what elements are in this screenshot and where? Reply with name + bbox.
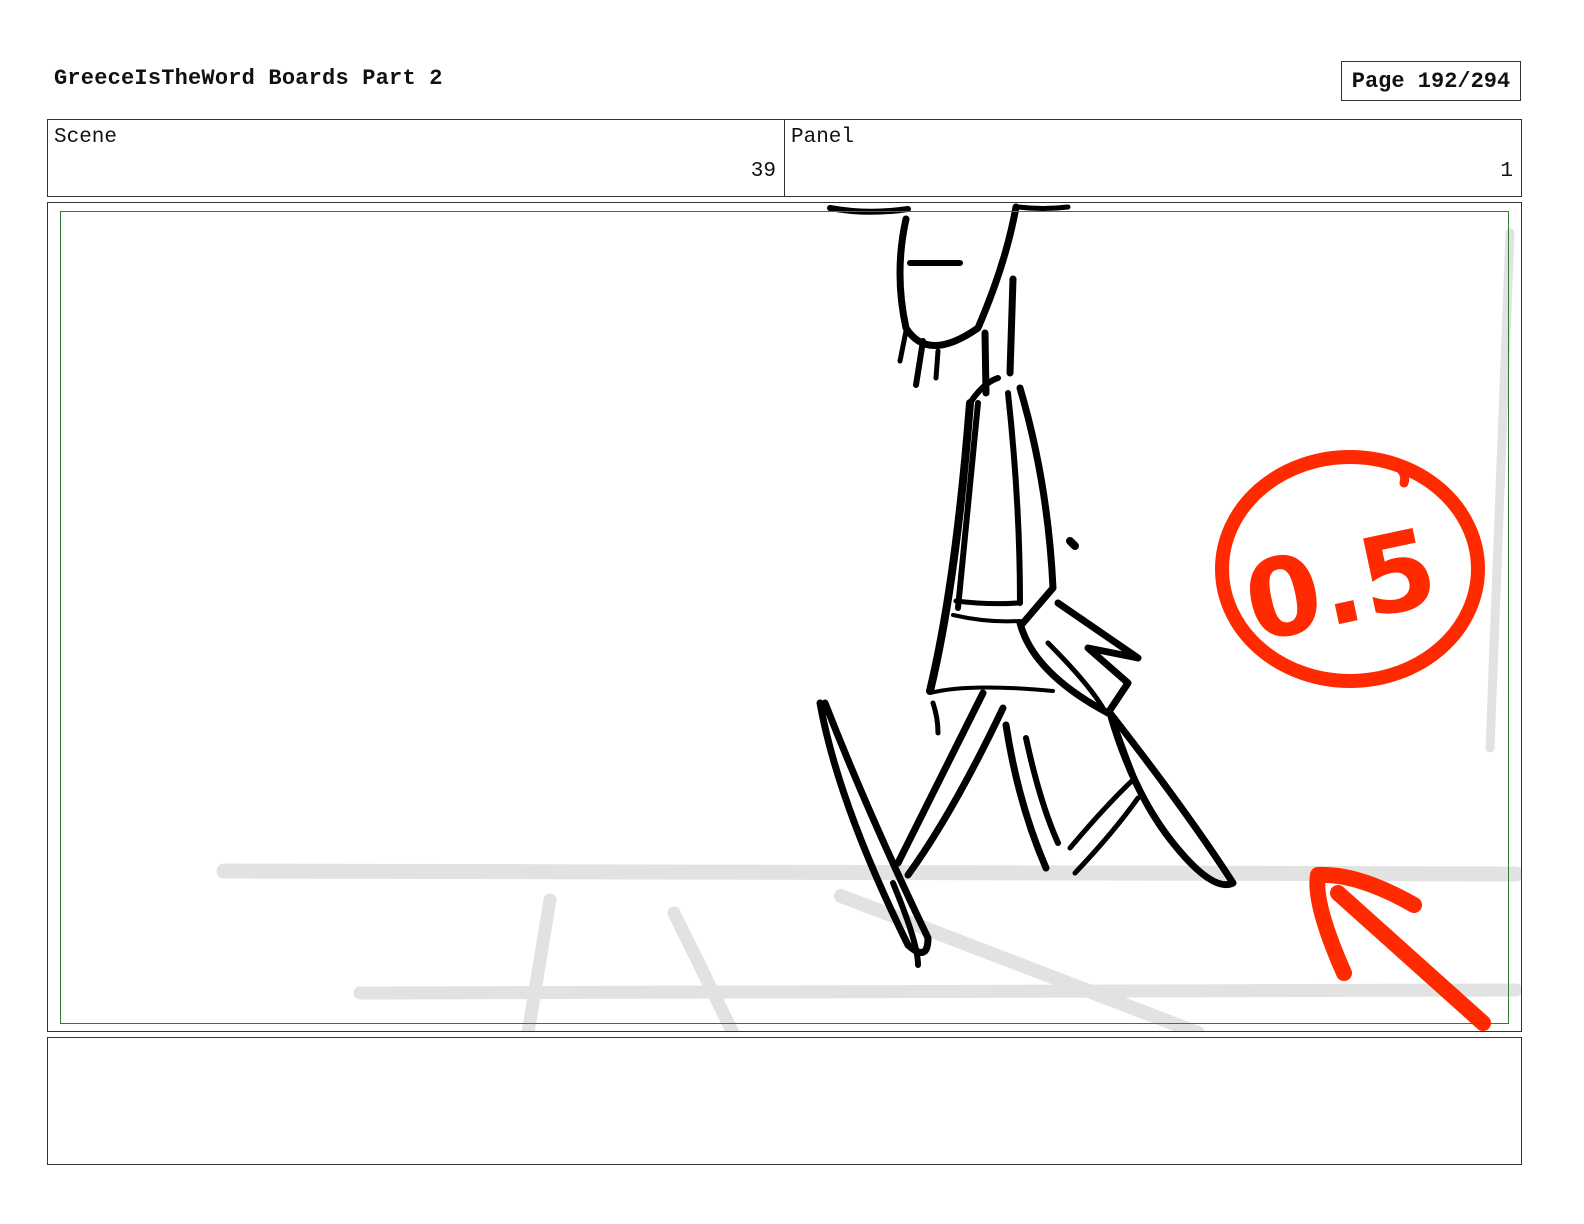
floor-guide-line	[667, 906, 740, 1031]
panel-label: Panel	[791, 126, 855, 149]
notes-box	[47, 1037, 1522, 1165]
floor-guide-line	[521, 893, 557, 1031]
belt	[953, 598, 1021, 607]
beard	[913, 338, 926, 388]
pocket-dot	[1066, 537, 1079, 550]
arm-back	[1016, 384, 1057, 627]
timing-note: 0.5	[1234, 505, 1447, 667]
scene-cell: Scene 39	[48, 120, 784, 196]
shorts	[930, 700, 941, 736]
hand	[1016, 599, 1142, 717]
storyboard-panel: 0.5	[47, 202, 1522, 1032]
panel-cell: Panel 1	[784, 120, 1521, 196]
panel-drawing: 0.5	[216, 203, 1521, 1031]
head-top	[827, 205, 911, 215]
document-title: GreeceIsTheWord Boards Part 2	[54, 66, 443, 91]
wall-guide-line	[1485, 228, 1515, 753]
face-back	[896, 203, 1020, 349]
beard	[897, 328, 909, 364]
neck	[1006, 275, 1017, 377]
arrow-icon	[1330, 885, 1491, 1031]
belt	[951, 613, 1022, 624]
beard	[933, 348, 941, 381]
timing-annotation: 0.5	[1215, 450, 1491, 1031]
scene-value: 39	[750, 160, 776, 183]
page-number-label: Page 192/294	[1351, 68, 1511, 94]
head-top	[1015, 204, 1071, 211]
arm-inner	[1005, 390, 1023, 606]
foot-back	[1106, 709, 1237, 889]
leg-front	[904, 704, 1007, 879]
panel-value: 1	[1500, 160, 1513, 183]
page-number: Page 192/294	[1341, 61, 1521, 101]
hip	[928, 685, 1055, 695]
scene-label: Scene	[54, 126, 118, 149]
info-row: Scene 39 Panel 1	[47, 119, 1522, 197]
character-sketch	[816, 203, 1237, 968]
